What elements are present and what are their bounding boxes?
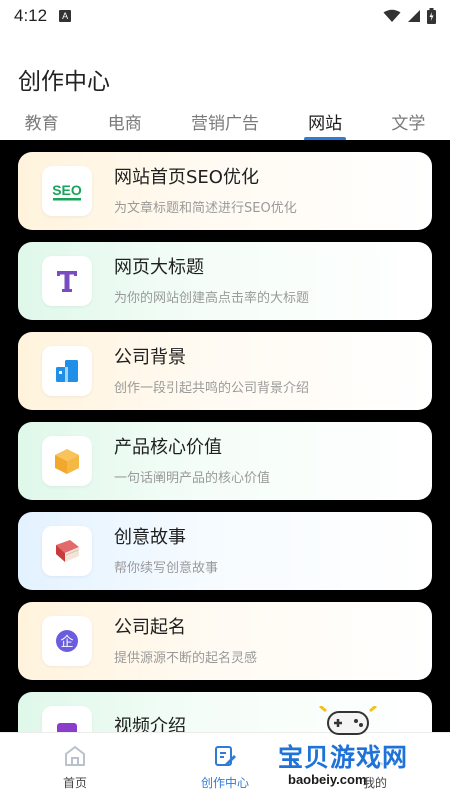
status-left: 4:12 A — [14, 6, 72, 26]
card-icon-box: SEO — [42, 166, 92, 216]
card-icon-box — [42, 256, 92, 306]
svg-text:企: 企 — [60, 634, 73, 650]
card-subtitle: 为你的网站创建高点击率的大标题 — [114, 290, 310, 306]
nav-creation-center[interactable]: 创作中心 — [175, 744, 275, 791]
card-icon-box — [42, 346, 92, 396]
card-title: 网页大标题 — [114, 256, 204, 278]
page-title: 创作中心 — [18, 69, 110, 95]
box-icon — [55, 449, 79, 474]
letter-t-icon — [57, 271, 77, 292]
card-product-value[interactable]: 产品核心价值 一句话阐明产品的核心价值 — [18, 422, 432, 500]
home-icon — [65, 745, 85, 766]
card-icon-box — [42, 436, 92, 486]
card-company-naming[interactable]: 企 公司起名 提供源源不断的起名灵感 — [18, 602, 432, 680]
tab-label: 文学 — [391, 113, 426, 134]
card-icon-box — [42, 526, 92, 576]
card-subtitle: 提供源源不断的起名灵感 — [114, 650, 258, 666]
svg-text:SEO: SEO — [52, 182, 82, 198]
card-subtitle: 帮你续写创意故事 — [114, 560, 219, 576]
notification-badge: A — [59, 10, 72, 22]
book-icon — [56, 540, 79, 562]
tab-website[interactable]: 网站 — [302, 109, 348, 141]
tab-label: 网站 — [308, 113, 343, 134]
seo-icon: SEO — [52, 182, 82, 201]
watermark-url: baobeiy.com — [288, 772, 367, 787]
signal-icon — [408, 10, 420, 22]
category-tabs: 教育 电商 营销广告 网站 文学 — [0, 104, 450, 141]
status-right — [383, 8, 436, 24]
card-title: 创意故事 — [114, 526, 186, 548]
tab-label: 营销广告 — [190, 113, 259, 134]
nav-label: 首页 — [62, 775, 87, 790]
tab-ecommerce[interactable]: 电商 — [102, 109, 148, 134]
card-title: 视频介绍 — [114, 716, 186, 732]
card-title: 网站首页SEO优化 — [114, 166, 259, 188]
watermark: 宝贝游戏网 baobeiy.com — [278, 706, 428, 796]
card-title: 公司起名 — [114, 616, 186, 638]
card-company-background[interactable]: 公司背景 创作一段引起共鸣的公司背景介绍 — [18, 332, 432, 410]
battery-icon — [427, 8, 436, 24]
card-web-headline[interactable]: 网页大标题 为你的网站创建高点击率的大标题 — [18, 242, 432, 320]
wifi-icon — [383, 9, 401, 22]
template-list[interactable]: SEO 网站首页SEO优化 为文章标题和简述进行SEO优化 网页大标题 为你的网… — [0, 140, 450, 732]
card-subtitle: 为文章标题和简述进行SEO优化 — [114, 200, 297, 216]
card-creative-story[interactable]: 创意故事 帮你续写创意故事 — [18, 512, 432, 590]
building-icon — [56, 360, 78, 382]
status-time: 4:12 — [14, 6, 48, 25]
card-title: 产品核心价值 — [114, 436, 222, 458]
card-title: 公司背景 — [114, 346, 186, 368]
tab-education[interactable]: 教育 — [19, 109, 65, 134]
tab-label: 电商 — [107, 113, 142, 134]
tab-literature[interactable]: 文学 — [385, 109, 431, 134]
nav-home[interactable]: 首页 — [25, 744, 125, 791]
card-icon-box: 企 — [42, 616, 92, 666]
tab-marketing[interactable]: 营销广告 — [185, 109, 265, 134]
card-subtitle: 一句话阐明产品的核心价值 — [114, 470, 271, 486]
video-icon — [57, 723, 77, 732]
watermark-text: 宝贝游戏网 — [278, 743, 409, 772]
nav-label: 创作中心 — [200, 775, 249, 790]
tab-label: 教育 — [24, 113, 59, 134]
card-icon-box — [42, 706, 92, 732]
gamepad-icon — [319, 706, 377, 735]
edit-icon — [215, 745, 236, 766]
status-bar: 4:12 A — [0, 0, 450, 32]
card-seo-optimization[interactable]: SEO 网站首页SEO优化 为文章标题和简述进行SEO优化 — [18, 152, 432, 230]
card-subtitle: 创作一段引起共鸣的公司背景介绍 — [114, 380, 310, 396]
company-name-icon: 企 — [56, 630, 78, 652]
